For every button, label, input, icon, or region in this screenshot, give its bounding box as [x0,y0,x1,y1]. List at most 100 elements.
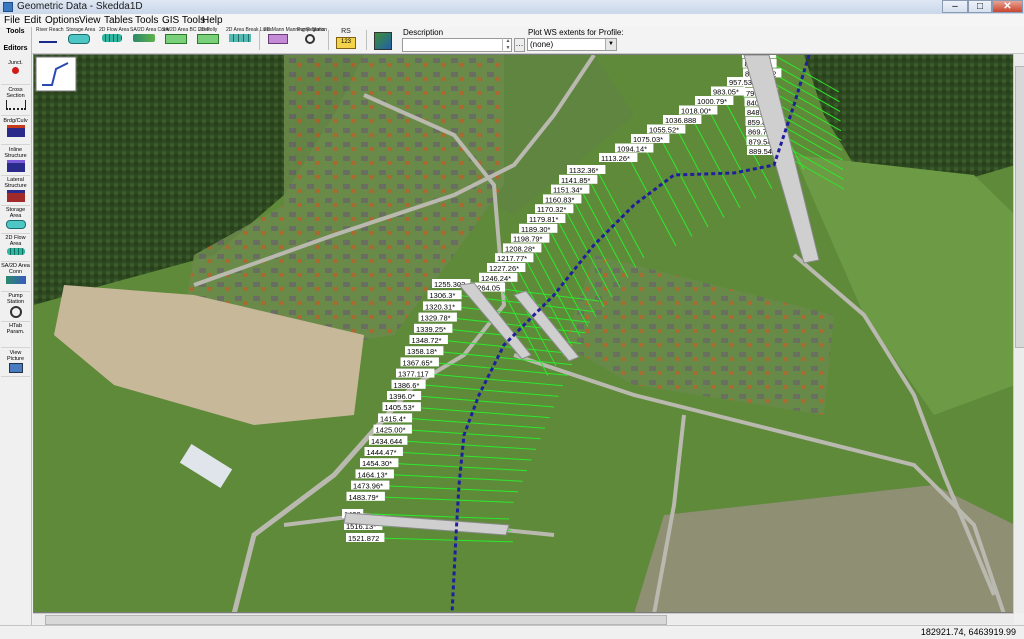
view-picture-button[interactable]: View Picture [1,350,30,377]
cross-section-label[interactable]: 1160.83* [545,195,575,204]
sa-2d-conn-button[interactable]: SA/2D Area Conn [130,27,170,52]
horizontal-scrollbar[interactable] [33,613,1014,625]
picture-icon [8,363,23,373]
cross-section-label[interactable]: 1227.26* [489,264,519,273]
pump-station-editor-button[interactable]: Pump Station [1,293,30,322]
cross-section-label[interactable]: 1055.52* [649,126,679,135]
cross-section-label[interactable]: 1094.14* [617,145,647,154]
menu-gis-tools[interactable]: GIS Tools [162,15,205,26]
cross-section-label[interactable]: 1018.00* [681,107,711,116]
description-spinner[interactable]: ▲ ▼ [502,38,513,52]
river-reach-button[interactable]: River Reach [36,28,64,52]
cross-section-label[interactable]: 1348.72* [412,336,442,345]
cross-section-label[interactable]: 1367.65* [403,358,433,367]
rs-icon: 123 [336,37,356,49]
htab-param-button[interactable]: HTab Param. [1,323,30,348]
title-bar: Geometric Data - Skedda1D – □ ✕ [0,0,1024,15]
cross-section-label[interactable]: 1521.872 [348,534,379,543]
cross-section-label[interactable]: 1386.6* [394,381,420,390]
cross-section-label[interactable]: 1320.31* [425,302,455,311]
close-button[interactable]: ✕ [992,0,1023,13]
cross-section-label[interactable]: 1198.79* [513,235,543,244]
storage-area-button[interactable]: Storage Area [66,27,96,52]
menu-tables[interactable]: Tables [104,15,133,26]
window-title: Geometric Data - Skedda1D [17,1,143,12]
cross-section-label[interactable]: 1141.85* [561,176,591,185]
inline-structure-label: Inline Structure [4,147,27,159]
cross-section-label[interactable]: 1454.30* [362,459,392,468]
cross-section-label[interactable]: 1132.36* [569,166,599,175]
junction-button[interactable]: Junct. [1,60,30,85]
cross-section-label[interactable]: 1000.79* [697,97,727,106]
cross-section-label[interactable]: 1151.34* [553,186,583,195]
cross-section-label[interactable]: 1434.644 [371,437,402,446]
cross-section-label[interactable]: 1425.00* [376,426,406,435]
toolbar-separator [259,30,260,50]
vertical-scroll-thumb[interactable] [1015,66,1024,348]
cross-section-label[interactable]: 983.05* [713,88,739,97]
rs-button[interactable]: RS 123 [334,28,358,52]
cross-section-label[interactable]: 1377.117 [398,370,429,379]
menu-view[interactable]: View [79,15,101,26]
menu-edit[interactable]: Edit [24,15,41,26]
storage-area-label: Storage Area [66,27,96,33]
sa-2d-bc-lines-button[interactable]: SA/2D Area BC Lines [162,28,210,52]
cross-section-label[interactable]: 1217.77* [497,254,527,263]
cross-section-label[interactable]: 1464.13* [358,470,388,479]
bridge-culvert-button[interactable]: Brdg/Culv [1,118,30,145]
cross-section-label[interactable]: 1208.28* [505,244,535,253]
manning-regions-button[interactable]: 2D Mann Manning Regions [264,28,325,52]
vertical-scrollbar[interactable] [1013,54,1024,613]
2d-flow-area-editor-button[interactable]: 2D Flow Area [1,235,30,262]
pump-station-toolbar-button[interactable]: Pump Station [297,28,327,52]
map-svg[interactable]: 929.43*897.46*820.2032811.7*790.11*840.8… [34,55,1014,613]
cross-section-label[interactable]: 1415.4* [380,414,406,423]
htab-icon [9,336,23,340]
cross-section-label[interactable]: 1358.18* [407,347,437,356]
cross-section-label[interactable]: 1483.79* [349,493,379,502]
cross-section-label[interactable]: 1405.53* [385,403,415,412]
cross-section-label[interactable]: 1189.30* [521,225,551,234]
break-lines-button[interactable]: 2D Area Break Lines [226,28,272,52]
menu-help[interactable]: Help [202,15,223,26]
cross-section-label[interactable]: 1473.96* [353,482,383,491]
description-ellipsis-button[interactable]: … [514,38,525,52]
storage-area-icon [68,34,90,44]
cross-section-label[interactable]: 1246.24* [481,274,511,283]
inline-structure-icon [6,160,25,172]
sa-2d-conn-icon [133,34,155,42]
description-input[interactable] [402,38,512,52]
map-canvas[interactable]: 929.43*897.46*820.2032811.7*790.11*840.8… [33,54,1014,613]
cross-section-label[interactable]: 1329.78* [421,314,451,323]
editors-header: Editors [3,45,28,52]
cross-section-label[interactable]: 1170.32* [537,205,567,214]
cross-section-label[interactable]: 1179.81* [529,215,559,224]
2d-flow-area-button[interactable]: 2D Flow Area [99,28,129,52]
cross-section-label[interactable]: 1339.25* [416,325,446,334]
sa-2d-conn-editor-icon [5,276,26,284]
2d-polly-button[interactable]: 2D Polly [195,28,221,52]
cross-section-button[interactable]: Cross Section [1,87,30,116]
lateral-structure-button[interactable]: Lateral Structure [1,177,30,206]
inline-structure-button[interactable]: Inline Structure [1,147,30,176]
inset-overview-icon[interactable] [35,56,77,92]
menu-options[interactable]: Options [45,15,79,26]
sa-2d-conn-label: SA/2D Area Conn [130,27,170,33]
chevron-down-icon[interactable]: ▼ [605,39,616,50]
cross-section-label[interactable]: 1306.3* [430,291,456,300]
cross-section-label[interactable]: 1036.888 [665,116,696,125]
rs-label: RS [341,28,351,35]
menu-file[interactable]: File [4,15,20,26]
plot-ws-select[interactable]: (none) ▼ [527,38,617,51]
cross-section-label[interactable]: 1444.47* [367,448,397,457]
maximize-button[interactable]: □ [968,0,992,13]
cross-section-label[interactable]: 1075.03* [633,135,663,144]
cross-section-label[interactable]: 1113.26* [601,154,630,163]
menu-tools[interactable]: Tools [135,15,158,26]
minimize-button[interactable]: – [942,0,968,13]
background-map-button[interactable] [374,28,392,52]
cross-section-label[interactable]: 1396.0* [389,392,415,401]
horizontal-scroll-thumb[interactable] [45,615,667,625]
storage-area-editor-button[interactable]: Storage Area [1,207,30,234]
sa-2d-conn-editor-button[interactable]: SA/2D Area Conn [1,263,30,292]
